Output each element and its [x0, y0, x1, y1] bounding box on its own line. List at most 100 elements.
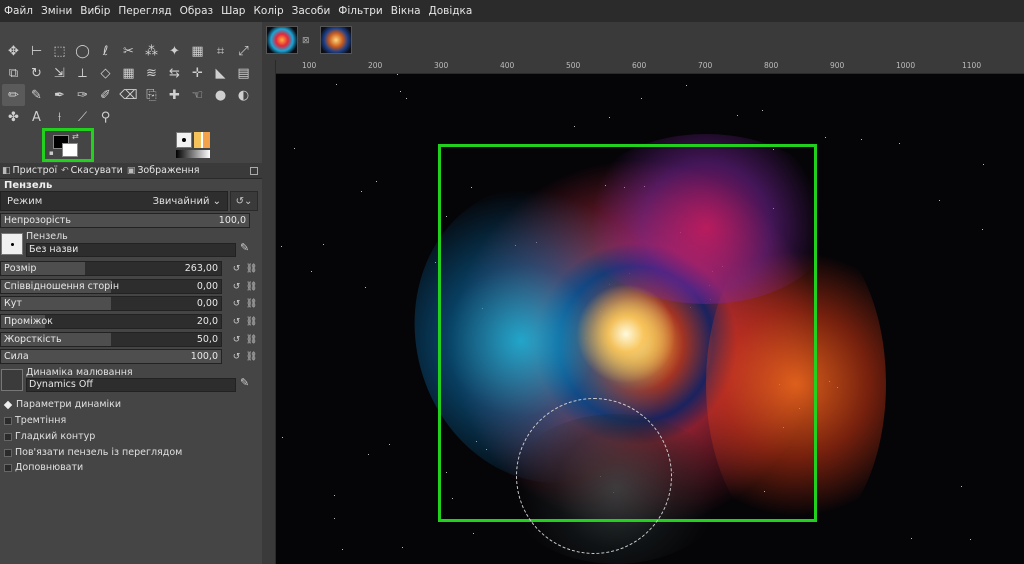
close-icon[interactable]: ⊠	[302, 36, 310, 46]
lock-icon[interactable]: ⛓	[246, 314, 257, 329]
menu-2[interactable]: Вибір	[80, 5, 110, 17]
reset-icon[interactable]: ↺	[231, 332, 242, 347]
force-lock-icon[interactable]: ⛓	[246, 349, 257, 364]
smudge-tool-icon[interactable]: ☜	[186, 84, 209, 106]
mypaint-brush-icon[interactable]: ✐	[94, 84, 117, 106]
image-canvas[interactable]	[276, 74, 1024, 564]
crop-tool-icon[interactable]: ⌗	[209, 40, 232, 62]
mode-reset-button[interactable]: ↺⌄	[230, 191, 258, 211]
menu-9[interactable]: Вікна	[391, 5, 421, 17]
handle-transform-icon[interactable]: ✛	[186, 62, 209, 84]
slider-0[interactable]: Розмір 263,00	[0, 261, 222, 276]
smooth-stroke-checkbox[interactable]: Гладкий контур	[4, 431, 95, 442]
brush-outline	[516, 398, 672, 554]
ruler-tick: 200	[368, 61, 383, 70]
slider-4[interactable]: Жорсткість 50,0	[0, 332, 222, 347]
slider-3[interactable]: Проміжок 20,0	[0, 314, 222, 329]
flip-tool-icon[interactable]: ⇆	[163, 62, 186, 84]
brush-edit-icon[interactable]: ✎	[240, 241, 249, 254]
transform-tool-icon[interactable]: ⤢	[232, 40, 255, 62]
brush-name: Без назви	[26, 243, 236, 257]
menu-3[interactable]: Перегляд	[118, 5, 171, 17]
airbrush-icon[interactable]: ✒	[48, 84, 71, 106]
menu-4[interactable]: Образ	[180, 5, 213, 17]
menu-10[interactable]: Довідка	[429, 5, 473, 17]
pencil-icon[interactable]: ✎	[25, 84, 48, 106]
blur-tool-icon[interactable]: ●	[209, 84, 232, 106]
dodge-tool-icon[interactable]: ◐	[232, 84, 255, 106]
bucket-fill-icon[interactable]: ◣	[209, 62, 232, 84]
menu-1[interactable]: Зміни	[41, 5, 72, 17]
rotate-tool-icon[interactable]: ↻	[25, 62, 48, 84]
fuzzy-select-icon[interactable]: ⁂	[140, 40, 163, 62]
default-colors-icon[interactable]: ▪	[49, 149, 54, 157]
lock-icon[interactable]: ⛓	[246, 261, 257, 276]
ellipse-select-icon[interactable]: ◯	[71, 40, 94, 62]
star	[368, 454, 369, 455]
brush-preview[interactable]	[176, 132, 192, 148]
gradient-tool-icon[interactable]: ▤	[232, 62, 255, 84]
cage-tool-icon[interactable]: ▦	[117, 62, 140, 84]
lock-icon[interactable]: ⛓	[246, 296, 257, 311]
measure-tool-icon[interactable]: ⟋	[71, 106, 94, 128]
background-color[interactable]	[62, 143, 78, 157]
perspective-tool-icon[interactable]: ◇	[94, 62, 117, 84]
brush-icon[interactable]	[1, 233, 23, 255]
heal-tool-icon[interactable]: ✚	[163, 84, 186, 106]
slider-2[interactable]: Кут 0,00	[0, 296, 222, 311]
lock-icon[interactable]: ⛓	[246, 279, 257, 294]
move-tool-icon[interactable]: ✥	[2, 40, 25, 62]
ink-icon[interactable]: ✑	[71, 84, 94, 106]
color-picker-icon[interactable]: ⟊	[48, 106, 71, 128]
menu-8[interactable]: Фільтри	[338, 5, 382, 17]
reset-icon[interactable]: ↺	[231, 279, 242, 294]
panel-menu-icon[interactable]	[250, 166, 258, 175]
menu-5[interactable]: Шар	[221, 5, 245, 17]
menu-0[interactable]: Файл	[4, 5, 33, 17]
shear-tool-icon[interactable]: ⟂	[71, 62, 94, 84]
rect-select-icon[interactable]: ⬚	[48, 40, 71, 62]
lock-brush-to-view-checkbox[interactable]: Пов'язати пензель із переглядом	[4, 447, 182, 458]
free-select-icon[interactable]: ℓ	[94, 40, 117, 62]
color-select-icon[interactable]: ▦	[186, 40, 209, 62]
tool-row: ⧉ ↻ ⇲ ⟂ ◇ ▦ ≋ ⇆ ✛ ◣ ▤	[2, 62, 260, 84]
tab-undo[interactable]: ↶ Скасувати	[59, 165, 125, 176]
align-tool-icon[interactable]: ⊢	[25, 40, 48, 62]
menu-6[interactable]: Колір	[253, 5, 283, 17]
gradient-preview[interactable]	[176, 150, 210, 158]
slider-1[interactable]: Співвідношення сторін 0,00	[0, 279, 222, 294]
text-tool-icon[interactable]: A	[25, 106, 48, 128]
clone-tool-icon[interactable]: ⎘	[140, 84, 163, 106]
image-tab-2[interactable]	[320, 26, 352, 54]
magic-wand-icon[interactable]: ✦	[163, 40, 186, 62]
paintbrush-icon[interactable]: ✏	[2, 84, 25, 106]
reset-icon[interactable]: ↺	[231, 314, 242, 329]
dynamics-icon[interactable]	[1, 369, 23, 391]
pattern-preview[interactable]	[194, 132, 210, 148]
scissors-select-icon[interactable]: ✂	[117, 40, 140, 62]
star	[861, 139, 862, 140]
swap-colors-icon[interactable]: ⇄	[72, 132, 79, 141]
menu-7[interactable]: Засоби	[292, 5, 331, 17]
eraser-icon[interactable]: ⌫	[117, 84, 140, 106]
dynamics-options-expander[interactable]: Параметри динаміки	[3, 399, 121, 410]
mode-select[interactable]: Режим Звичайний ⌄	[0, 191, 228, 211]
paths-tool-icon[interactable]: ✤	[2, 106, 25, 128]
opacity-slider[interactable]: Непрозорість 100,0	[0, 213, 250, 228]
incremental-checkbox[interactable]: Доповнювати	[4, 462, 83, 473]
image-tab-1[interactable]	[266, 26, 298, 54]
tab-devices[interactable]: ◧ Пристрої	[0, 165, 59, 176]
fg-bg-color-widget[interactable]: ⇄ ▪	[42, 128, 94, 162]
jitter-checkbox[interactable]: Тремтіння	[4, 415, 66, 426]
reset-icon[interactable]: ↺	[231, 296, 242, 311]
reset-icon[interactable]: ↺	[231, 261, 242, 276]
scale-tool-icon[interactable]: ⇲	[48, 62, 71, 84]
zoom-tool-icon[interactable]: ⚲	[94, 106, 117, 128]
warp-tool-icon[interactable]: ≋	[140, 62, 163, 84]
tab-images[interactable]: ▣ Зображення	[125, 165, 202, 176]
force-slider[interactable]: Сила 100,0	[0, 349, 222, 364]
unified-transform-icon[interactable]: ⧉	[2, 62, 25, 84]
force-reset-icon[interactable]: ↺	[231, 349, 242, 364]
lock-icon[interactable]: ⛓	[246, 332, 257, 347]
dynamics-edit-icon[interactable]: ✎	[240, 376, 249, 389]
